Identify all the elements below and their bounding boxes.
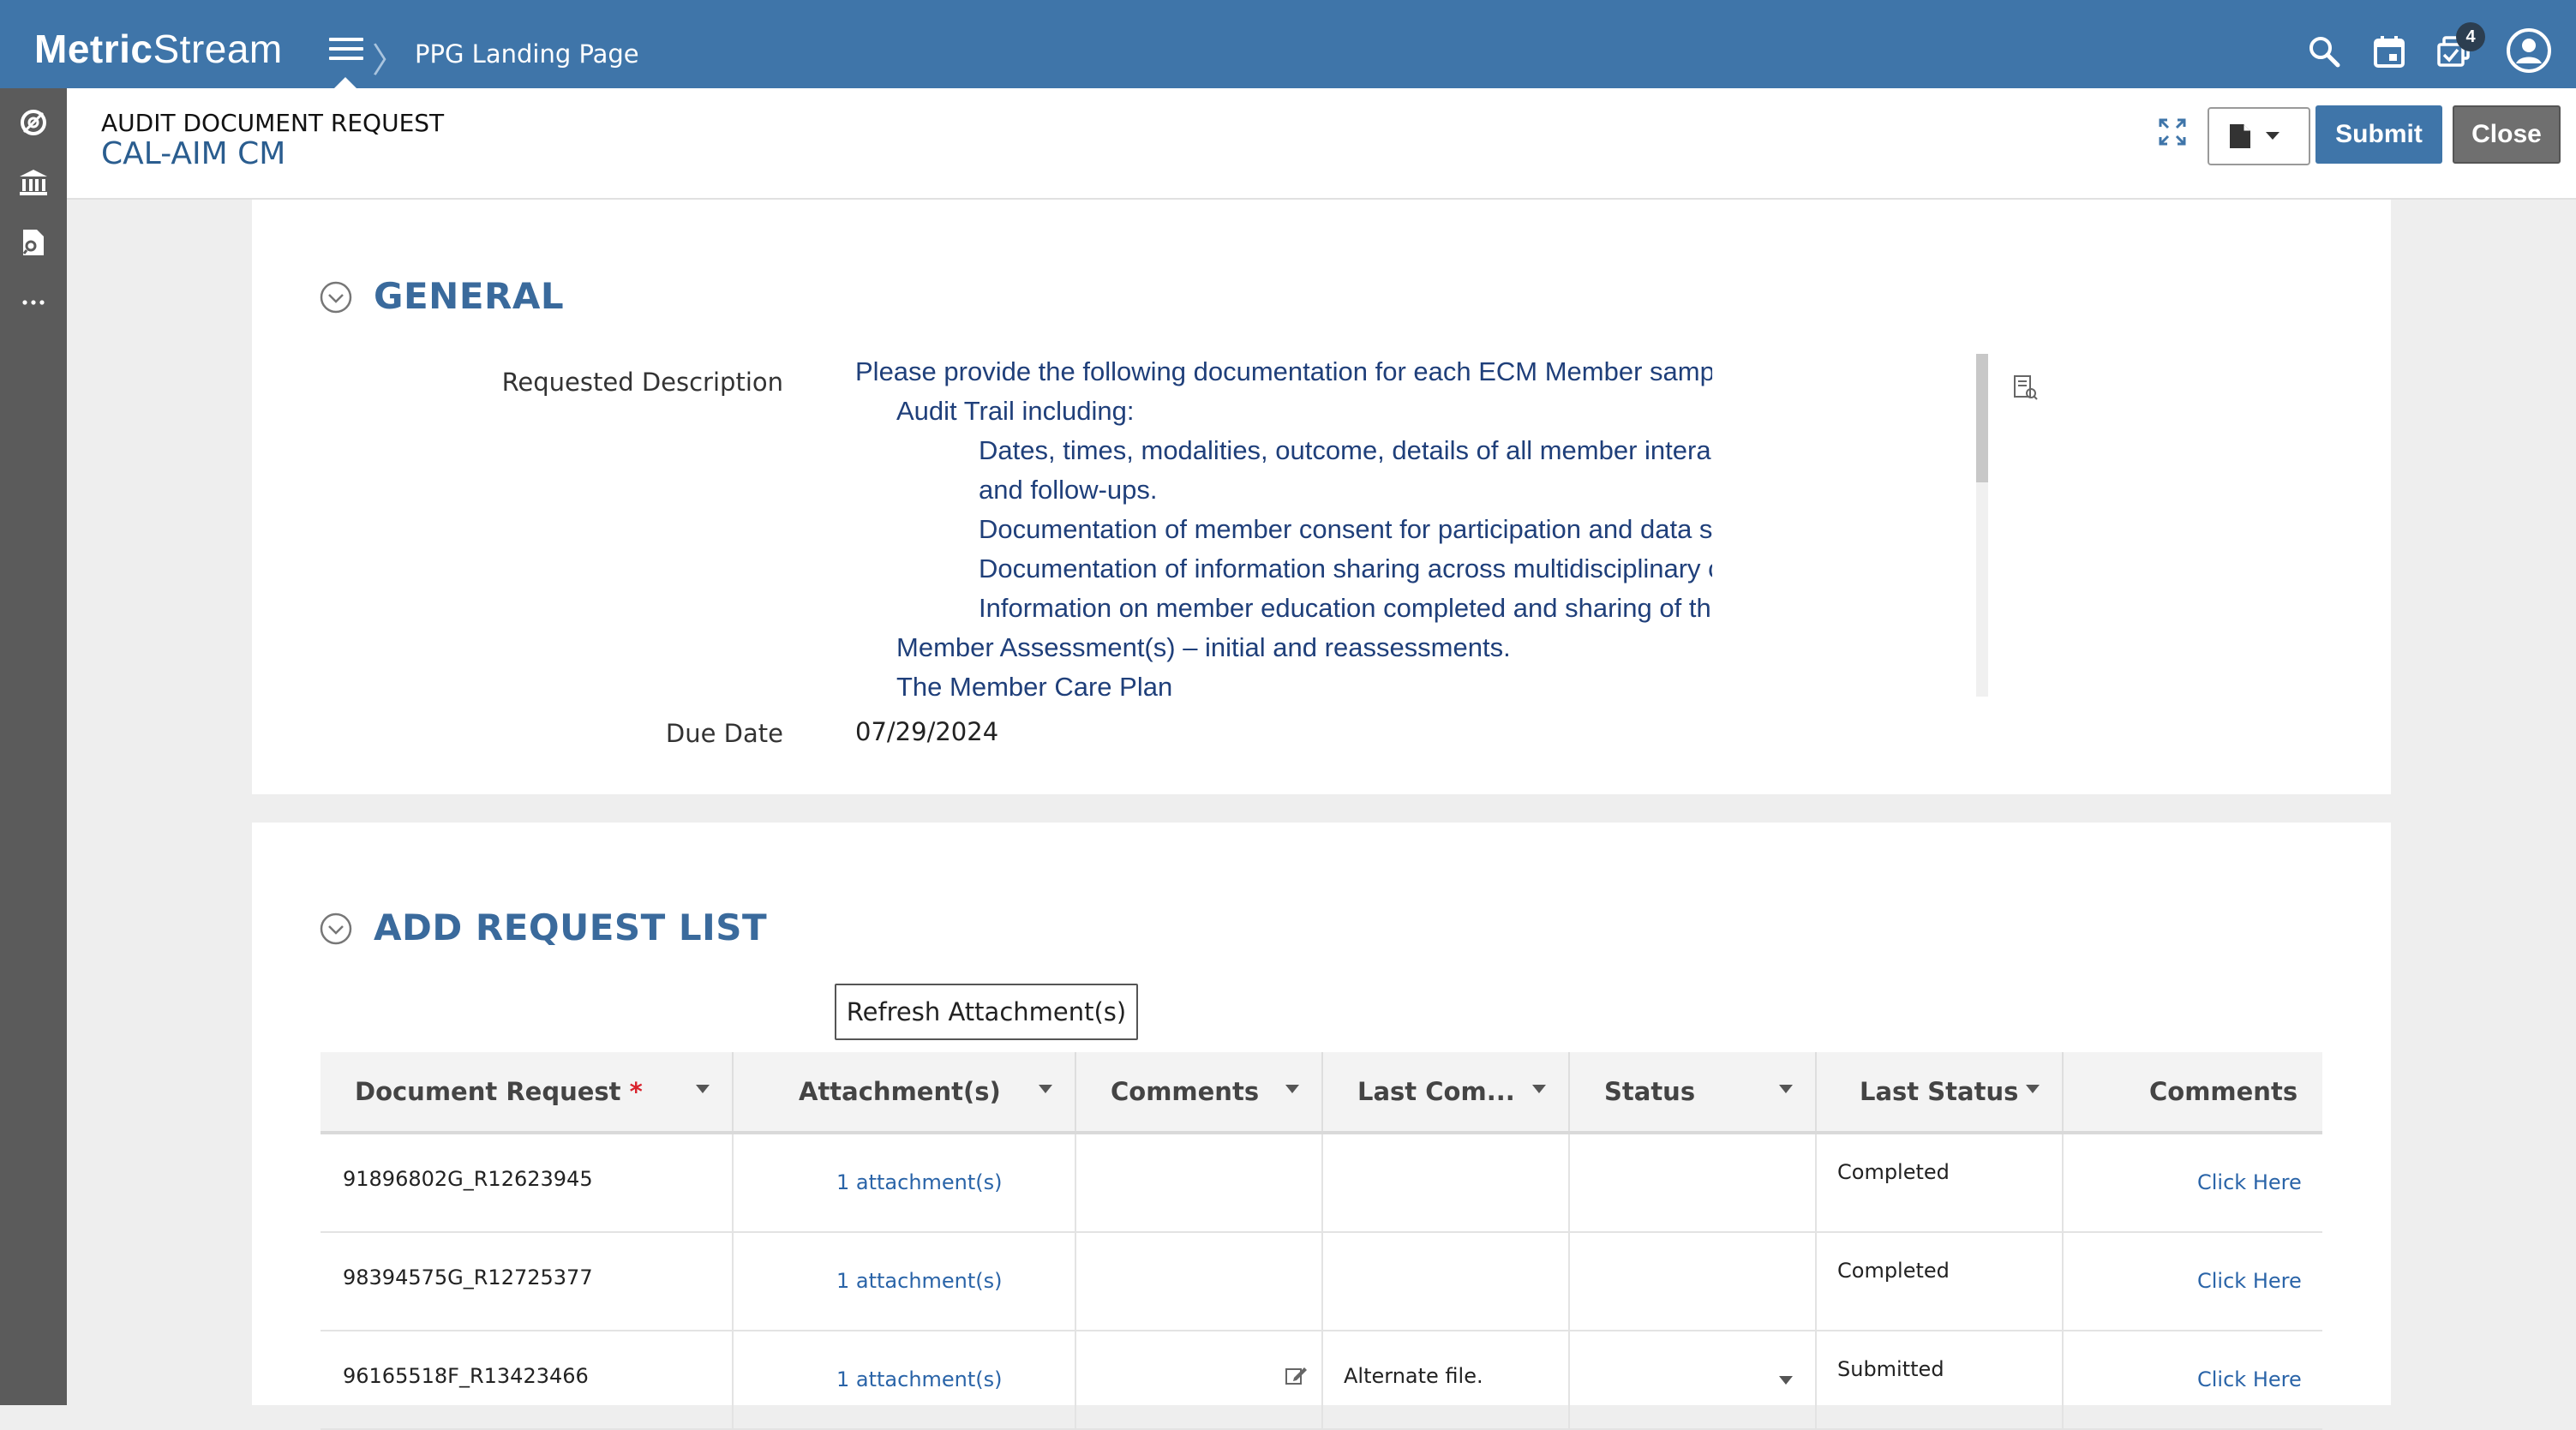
click-here-link[interactable]: Click Here <box>2197 1367 2302 1391</box>
last-status-cell: Submitted <box>1817 1331 2064 1428</box>
edit-icon[interactable] <box>1284 1364 1308 1388</box>
app-logo[interactable]: MetricStream <box>34 26 283 72</box>
document-actions-button[interactable] <box>2208 107 2310 165</box>
click-here-link[interactable]: Click Here <box>2197 1269 2302 1293</box>
due-date-label: Due Date <box>665 719 783 748</box>
column-attachments[interactable]: Attachment(s) <box>734 1052 1076 1131</box>
requested-description-field[interactable]: Please provide the following documentati… <box>855 352 1712 699</box>
active-menu-pointer <box>334 77 356 88</box>
status-cell[interactable] <box>1570 1134 1817 1231</box>
due-date-value: 07/29/2024 <box>855 717 999 746</box>
chevron-down-icon <box>1532 1085 1546 1093</box>
attachment-link[interactable]: 1 attachment(s) <box>836 1367 1003 1391</box>
last-status-cell: Completed <box>1817 1233 2064 1330</box>
refresh-attachments-button[interactable]: Refresh Attachment(s) <box>835 984 1138 1040</box>
institution-icon[interactable] <box>16 165 51 200</box>
chevron-down-icon <box>1039 1085 1052 1093</box>
description-scrollbar[interactable] <box>1976 354 1988 697</box>
document-request-cell: 96165518F_R13423466 <box>321 1331 734 1428</box>
request-list-section-title: ADD REQUEST LIST <box>374 906 768 948</box>
attachment-link[interactable]: 1 attachment(s) <box>836 1269 1003 1293</box>
chevron-down-icon <box>1779 1085 1793 1093</box>
general-section: GENERAL Requested Description Please pro… <box>252 200 2391 794</box>
chevron-down-icon <box>1285 1085 1299 1093</box>
submit-button[interactable]: Submit <box>2315 105 2442 164</box>
document-search-icon[interactable] <box>16 225 51 260</box>
required-marker: * <box>629 1077 643 1106</box>
comments-link-cell: Click Here <box>2064 1331 2322 1428</box>
breadcrumb-separator-icon: 〉 <box>372 42 406 80</box>
column-status[interactable]: Status <box>1570 1052 1817 1131</box>
chevron-down-icon <box>2026 1085 2040 1093</box>
table-row: 98394575G_R12725377 1 attachment(s) Comp… <box>321 1233 2322 1331</box>
column-document-request[interactable]: Document Request * <box>321 1052 734 1131</box>
column-last-comment[interactable]: Last Com... <box>1323 1052 1570 1131</box>
column-last-status[interactable]: Last Status <box>1817 1052 2064 1131</box>
attachment-link[interactable]: 1 attachment(s) <box>836 1170 1003 1194</box>
top-bar: MetricStream 〉 PPG Landing Page 4 <box>0 0 2576 88</box>
more-icon[interactable] <box>16 285 51 320</box>
table-header: Document Request * Attachment(s) Comment… <box>321 1052 2322 1134</box>
general-section-title: GENERAL <box>374 275 565 317</box>
compass-icon[interactable] <box>16 105 51 140</box>
search-icon[interactable] <box>2305 33 2343 70</box>
table-row: 96165518F_R13423466 1 attachment(s) Alte… <box>321 1331 2322 1430</box>
click-here-link[interactable]: Click Here <box>2197 1170 2302 1194</box>
notification-badge: 4 <box>2456 22 2485 51</box>
last-status-cell: Completed <box>1817 1134 2064 1231</box>
attachments-cell: 1 attachment(s) <box>734 1134 1076 1231</box>
collapse-request-list-icon[interactable] <box>319 912 353 946</box>
chevron-down-icon <box>2266 132 2279 140</box>
comments-link-cell: Click Here <box>2064 1233 2322 1330</box>
table-row: 91896802G_R12623945 1 attachment(s) Comp… <box>321 1134 2322 1233</box>
chevron-down-icon <box>1779 1376 1793 1385</box>
request-list-section: ADD REQUEST LIST Refresh Attachment(s) D… <box>252 823 2391 1430</box>
document-request-cell: 98394575G_R12725377 <box>321 1233 734 1330</box>
requested-description-text: Please provide the following documentati… <box>855 356 1712 699</box>
comments-link-cell: Click Here <box>2064 1134 2322 1231</box>
menu-icon[interactable] <box>329 38 363 63</box>
close-button[interactable]: Close <box>2453 105 2561 164</box>
calendar-icon[interactable] <box>2370 33 2408 70</box>
column-comments-link[interactable]: Comments <box>2064 1052 2322 1131</box>
document-request-cell: 91896802G_R12623945 <box>321 1134 734 1231</box>
user-avatar-icon[interactable] <box>2506 27 2552 74</box>
left-rail <box>0 88 67 1405</box>
expand-icon[interactable] <box>2158 117 2187 147</box>
collapse-general-icon[interactable] <box>319 280 353 314</box>
document-edit-icon[interactable] <box>2010 373 2040 402</box>
comments-cell[interactable] <box>1076 1331 1323 1428</box>
attachments-cell: 1 attachment(s) <box>734 1331 1076 1428</box>
last-comment-cell <box>1323 1233 1570 1330</box>
status-cell[interactable] <box>1570 1233 1817 1330</box>
attachments-cell: 1 attachment(s) <box>734 1233 1076 1330</box>
page-title: CAL-AIM CM <box>101 136 286 171</box>
comments-cell[interactable] <box>1076 1233 1323 1330</box>
last-comment-cell: Alternate file. <box>1323 1331 1570 1428</box>
request-table: Document Request * Attachment(s) Comment… <box>321 1052 2322 1430</box>
record-header: AUDIT DOCUMENT REQUEST CAL-AIM CM Submit… <box>67 88 2576 200</box>
last-comment-cell <box>1323 1134 1570 1231</box>
chevron-down-icon <box>696 1085 710 1093</box>
column-comments[interactable]: Comments <box>1076 1052 1323 1131</box>
status-dropdown-cell[interactable] <box>1570 1331 1817 1428</box>
requested-description-label: Requested Description <box>501 368 783 397</box>
document-icon <box>2230 124 2279 148</box>
record-type: AUDIT DOCUMENT REQUEST <box>101 109 445 137</box>
breadcrumb[interactable]: PPG Landing Page <box>415 39 639 69</box>
comments-cell[interactable] <box>1076 1134 1323 1231</box>
